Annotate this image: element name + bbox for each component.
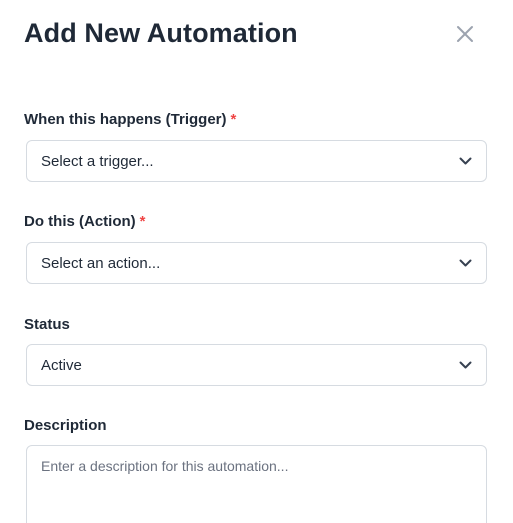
trigger-required-mark: *: [230, 111, 237, 128]
modal-title: Add New Automation: [24, 18, 298, 48]
trigger-select[interactable]: Select a trigger...: [26, 140, 487, 182]
chevron-down-icon: [458, 154, 472, 168]
action-required-mark: *: [139, 213, 146, 230]
description-textarea[interactable]: [26, 445, 487, 523]
action-label: Do this (Action) *: [24, 213, 146, 230]
description-label: Description: [24, 417, 107, 434]
trigger-label-text: When this happens (Trigger): [24, 111, 227, 128]
chevron-down-icon: [458, 256, 472, 270]
add-automation-modal: Add New Automation When this happens (Tr…: [0, 0, 513, 523]
close-icon: [457, 26, 473, 42]
chevron-down-icon: [458, 358, 472, 372]
status-select-value: Active: [41, 356, 82, 374]
action-select[interactable]: Select an action...: [26, 242, 487, 284]
trigger-select-value: Select a trigger...: [41, 152, 154, 170]
status-label: Status: [24, 316, 70, 333]
status-select[interactable]: Active: [26, 344, 487, 386]
action-label-text: Do this (Action): [24, 213, 136, 230]
trigger-label: When this happens (Trigger) *: [24, 111, 236, 128]
action-select-value: Select an action...: [41, 254, 161, 272]
close-button[interactable]: [451, 20, 479, 48]
